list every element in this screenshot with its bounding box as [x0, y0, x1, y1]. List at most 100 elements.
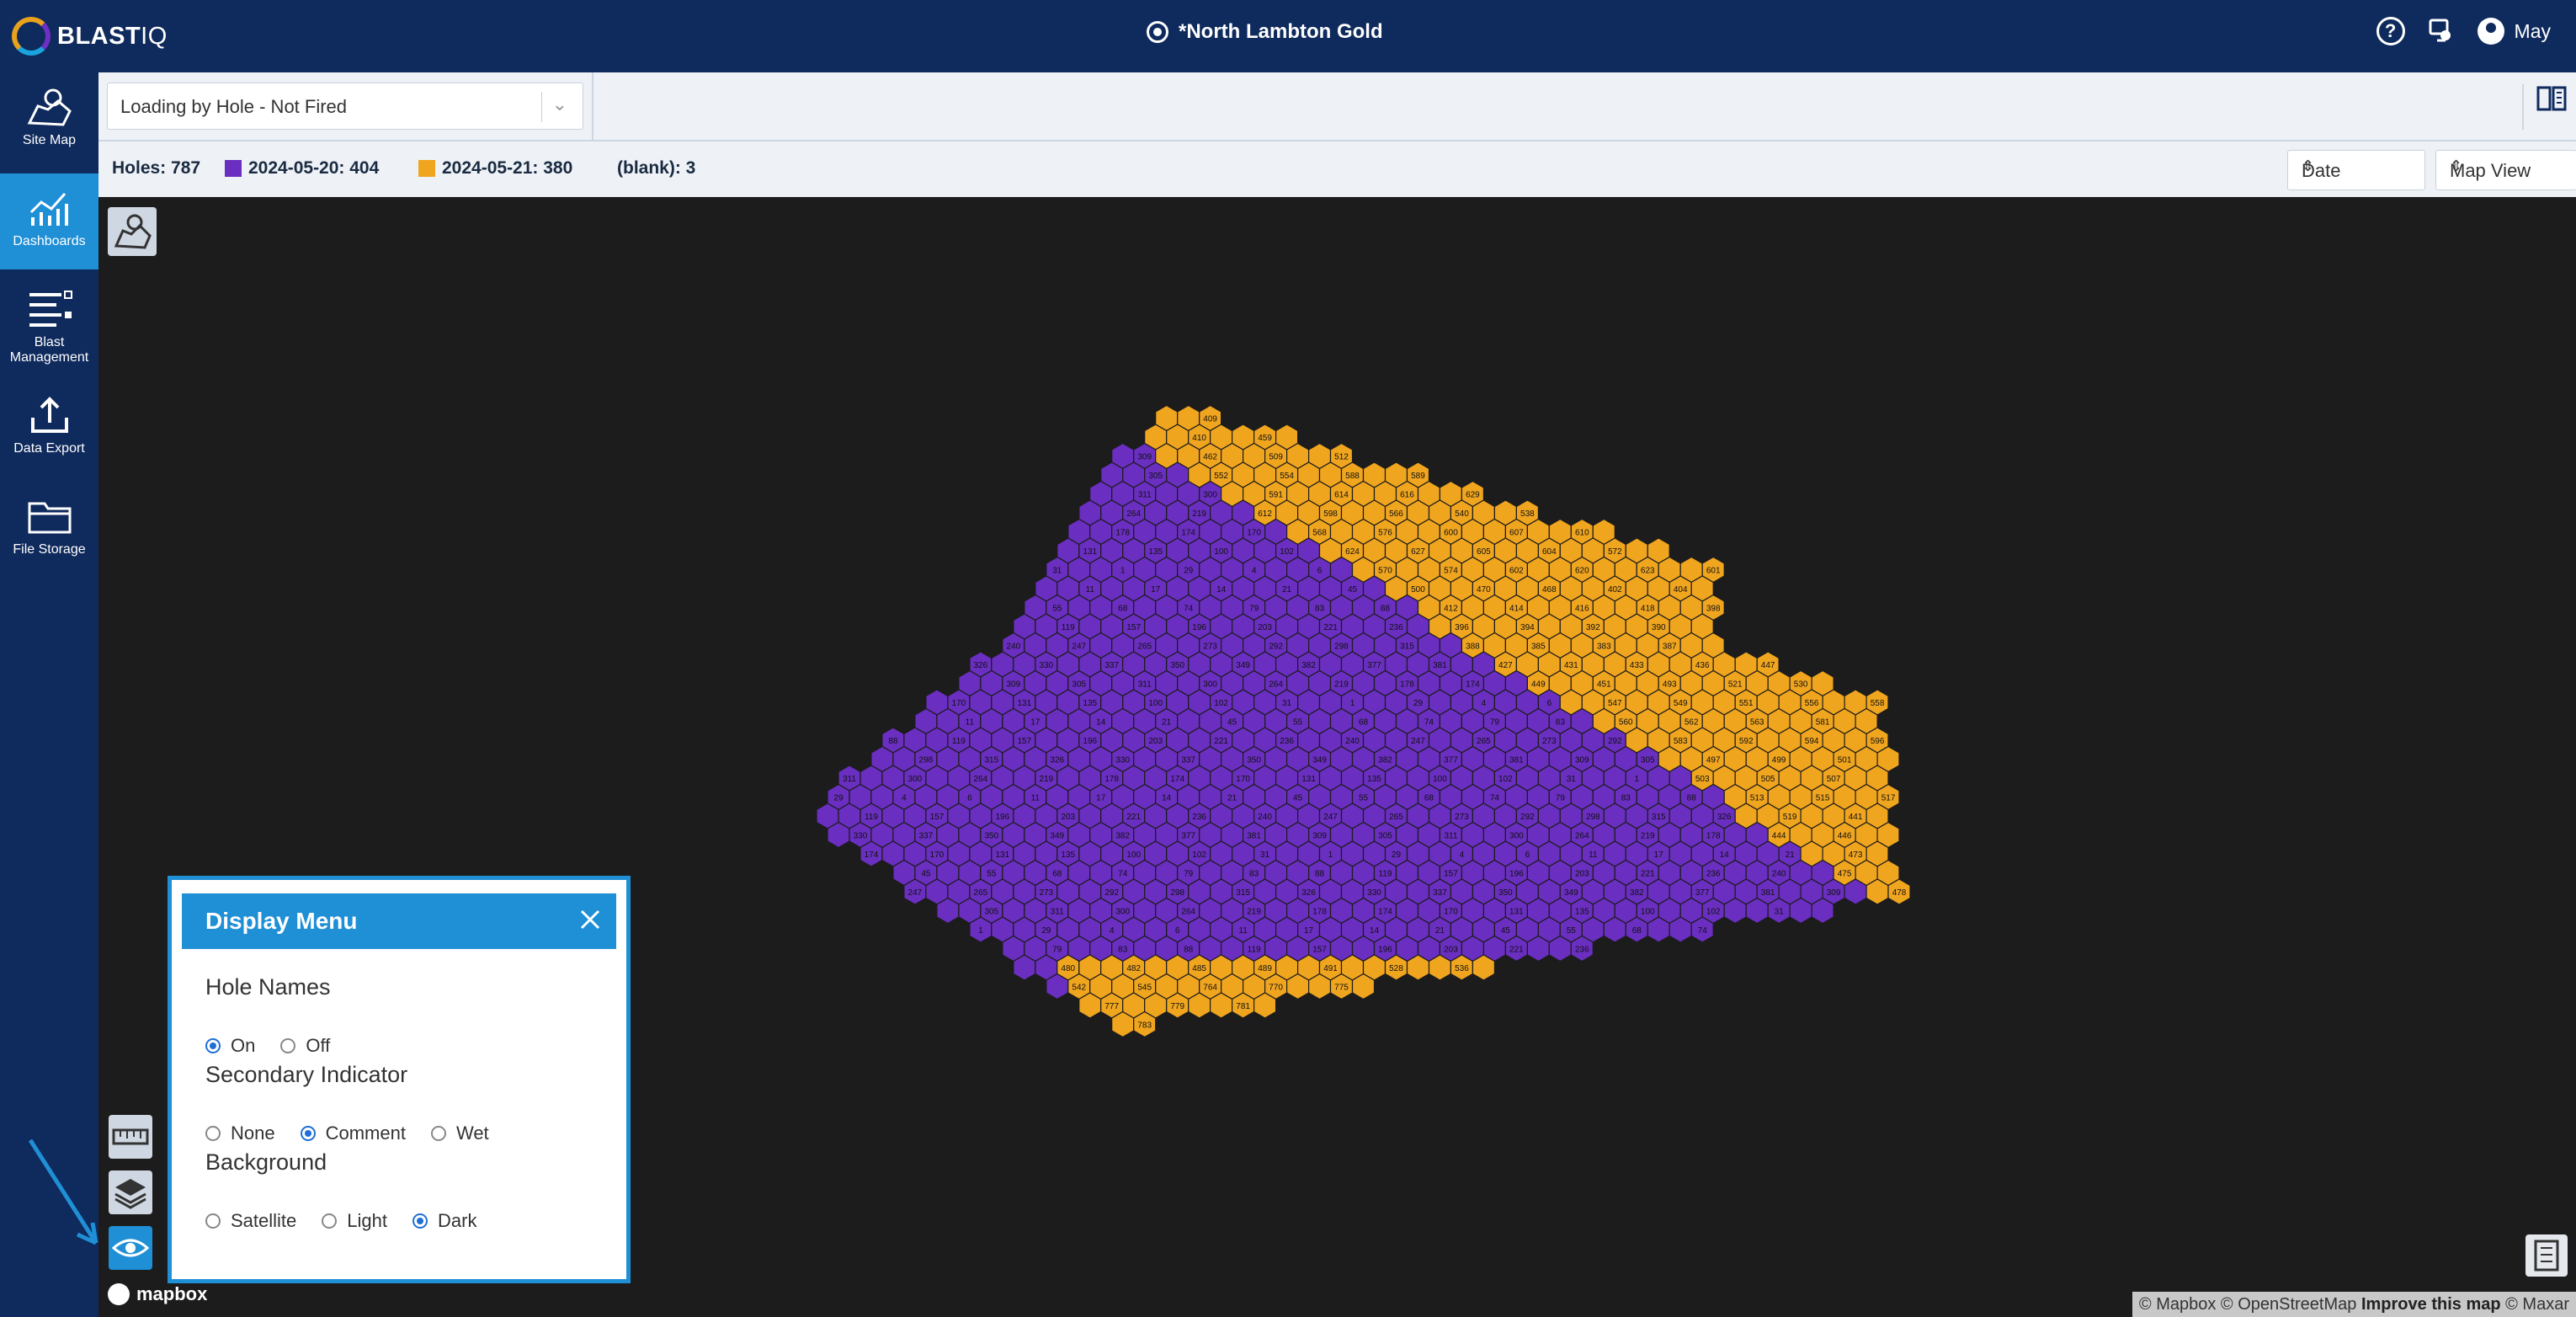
hole-label: 377 — [1444, 756, 1458, 765]
hole-label: 100 — [1214, 547, 1228, 557]
hole-label: 530 — [1794, 680, 1808, 690]
hole-label: 305 — [1148, 472, 1163, 481]
legend-entry-2024-05-21[interactable]: 2024-05-21: 380 — [418, 158, 572, 179]
secondary-wet-radio[interactable]: Wet — [430, 1122, 489, 1144]
background-dark-radio[interactable]: Dark — [412, 1210, 476, 1232]
hole-label: 326 — [1301, 888, 1316, 898]
hole-label: 11 — [1589, 850, 1598, 860]
nav-label-blast-management: Blast Management — [9, 335, 89, 365]
hole-label: 337 — [919, 832, 934, 841]
close-icon[interactable] — [577, 907, 603, 932]
hole-label: 157 — [1444, 870, 1458, 879]
user-menu[interactable]: May — [2477, 18, 2551, 45]
hole-label: 300 — [1509, 832, 1524, 841]
hole-label: 31 — [1260, 850, 1270, 860]
hole-label: 501 — [1838, 756, 1852, 765]
hole-label: 1 — [1634, 775, 1639, 784]
hole-label: 480 — [1061, 964, 1075, 973]
nav-label-dashboards: Dashboards — [13, 234, 86, 248]
hole-label: 536 — [1455, 964, 1469, 973]
hole-label: 221 — [1323, 623, 1338, 632]
mapbox-logo[interactable]: mapbox — [108, 1283, 207, 1305]
hole-label: 337 — [1433, 888, 1447, 898]
hole-label: 311 — [1138, 680, 1152, 690]
hole-label: 219 — [1039, 775, 1053, 784]
orange-swatch — [418, 160, 435, 177]
hole-label: 410 — [1192, 434, 1206, 443]
dashboard-view-value: Loading by Hole - Not Fired — [120, 96, 348, 117]
hole-names-off-radio[interactable]: Off — [280, 1035, 330, 1057]
hole-label: 203 — [1061, 813, 1075, 822]
hole-label: 157 — [1017, 737, 1031, 746]
date-select[interactable]: Date ⇕ — [2287, 150, 2425, 190]
display-menu-button[interactable] — [109, 1226, 152, 1270]
hole-label: 74 — [1424, 718, 1434, 728]
hole-label: 4 — [1460, 850, 1465, 860]
attribution-maxar[interactable]: © Maxar — [2505, 1295, 2569, 1314]
dashboard-view-select[interactable]: Loading by Hole - Not Fired ⌄ — [107, 83, 583, 130]
hole-label: 462 — [1203, 453, 1217, 462]
hole-label: 17 — [1096, 794, 1106, 803]
help-icon[interactable]: ? — [2376, 17, 2405, 45]
hole-label: 309 — [1575, 756, 1589, 765]
site-map-toggle-button[interactable] — [108, 207, 157, 256]
legend-list-button[interactable] — [2525, 1234, 2568, 1277]
hole-label: 265 — [974, 888, 988, 898]
hole-label: 519 — [1783, 813, 1797, 822]
hole-label: 381 — [1509, 756, 1524, 765]
switch-user-icon[interactable] — [2427, 17, 2456, 45]
hole-label: 315 — [1400, 643, 1414, 652]
hole-label: 247 — [1411, 737, 1425, 746]
hole-names-on-radio[interactable]: On — [205, 1035, 255, 1057]
hole-label: 100 — [1148, 699, 1163, 708]
hole-label: 21 — [1786, 850, 1796, 860]
legend-entry-2024-05-20[interactable]: 2024-05-20: 404 — [225, 158, 379, 179]
background-light-radio[interactable]: Light — [322, 1210, 387, 1232]
hole-label: 436 — [1695, 661, 1710, 670]
hole-label: 607 — [1509, 529, 1524, 538]
hole-label: 581 — [1816, 718, 1830, 728]
nav-site-map[interactable]: Site Map — [0, 72, 98, 168]
book-guide-icon[interactable] — [2522, 84, 2568, 130]
site-selector[interactable]: *North Lambton Gold — [1147, 20, 1383, 44]
hole-label: 592 — [1739, 737, 1754, 746]
hole-label: 236 — [1706, 870, 1721, 879]
secondary-comment-radio[interactable]: Comment — [300, 1122, 406, 1144]
hole-label: 196 — [1083, 737, 1097, 746]
hole-label: 605 — [1477, 547, 1491, 557]
secondary-none-radio[interactable]: None — [205, 1122, 275, 1144]
measure-ruler-button[interactable] — [109, 1115, 152, 1159]
nav-data-export[interactable]: Data Export — [0, 381, 98, 477]
nav-file-storage[interactable]: File Storage — [0, 482, 98, 578]
nav-dashboards[interactable]: Dashboards — [0, 173, 98, 269]
hole-label: 83 — [1118, 946, 1128, 955]
hole-label: 219 — [1247, 908, 1261, 917]
nav-blast-management[interactable]: Blast Management — [0, 275, 98, 374]
hole-label: 485 — [1192, 964, 1206, 973]
hole-label: 79 — [1184, 870, 1194, 879]
hole-label: 315 — [984, 756, 998, 765]
background-satellite-radio[interactable]: Satellite — [205, 1210, 296, 1232]
map-icon — [27, 88, 72, 126]
hole-label: 102 — [1706, 908, 1721, 917]
hole-label: 203 — [1575, 870, 1589, 879]
hole-label: 300 — [1203, 680, 1217, 690]
blastiq-logo[interactable]: BLASTIQ — [12, 15, 168, 57]
hole-label: 409 — [1203, 415, 1217, 424]
legend-entry-blank[interactable]: (blank): 3 — [617, 158, 695, 179]
improve-map-link[interactable]: Improve this map — [2361, 1295, 2501, 1314]
hole-label: 528 — [1389, 964, 1403, 973]
hole-label: 300 — [1115, 908, 1130, 917]
map-view-select[interactable]: Map View ⇕ — [2435, 150, 2576, 190]
hole-label: 562 — [1685, 718, 1699, 728]
layers-button[interactable] — [109, 1170, 152, 1214]
hole-label: 566 — [1389, 509, 1403, 519]
hole-label: 6 — [967, 794, 972, 803]
hole-label: 292 — [1520, 813, 1535, 822]
hole-label: 478 — [1892, 888, 1907, 898]
hole-label: 446 — [1838, 832, 1852, 841]
hole-label: 431 — [1564, 661, 1578, 670]
attribution-copyright[interactable]: © Mapbox © OpenStreetMap — [2139, 1295, 2357, 1314]
hole-label: 305 — [1641, 756, 1655, 765]
hole-label: 627 — [1411, 547, 1425, 557]
